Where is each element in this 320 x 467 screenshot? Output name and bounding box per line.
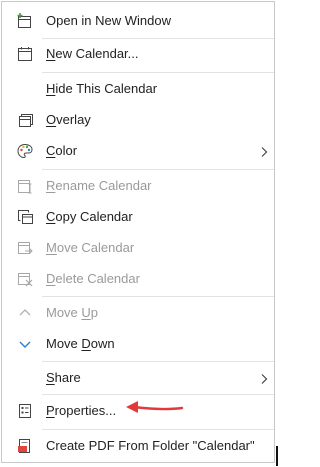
- pdf-icon: [16, 437, 34, 455]
- label-rest: hare: [54, 370, 81, 385]
- text-cursor: [276, 446, 278, 466]
- menu-item-label: Hide This Calendar: [46, 81, 158, 96]
- menu-item-move-calendar[interactable]: Move Calendar: [2, 235, 274, 261]
- overlay-icon: [16, 111, 34, 129]
- menu-separator: [42, 296, 274, 297]
- label-rest: ide This Calendar: [55, 81, 158, 96]
- label-rest: roperties...: [54, 403, 117, 418]
- calendar-context-menu: Open in New Window New Calendar... Hide …: [1, 1, 275, 463]
- menu-item-label: Create PDF From Folder "Calendar": [46, 438, 255, 453]
- chevron-down-icon: [16, 335, 34, 353]
- new-window-icon: [16, 12, 34, 30]
- menu-item-move-up[interactable]: Move Up: [2, 300, 274, 326]
- menu-item-label: Delete Calendar: [46, 271, 140, 286]
- copy-icon: [16, 208, 34, 226]
- label-rest: ew Calendar...: [55, 46, 139, 61]
- menu-separator: [42, 429, 274, 430]
- menu-item-label: Color: [46, 143, 78, 158]
- menu-item-rename-calendar[interactable]: Rename Calendar: [2, 173, 274, 199]
- menu-item-label: Overlay: [46, 112, 91, 127]
- move-icon: [16, 239, 34, 257]
- chevron-up-icon: [16, 304, 34, 322]
- label-rest: opy Calendar: [55, 209, 133, 224]
- label-rest: Move: [46, 336, 82, 351]
- menu-item-move-down[interactable]: Move Down: [2, 331, 274, 357]
- label-rest: own: [90, 336, 115, 351]
- properties-icon: [16, 402, 34, 420]
- calendar-icon: [16, 45, 34, 63]
- label-rest: ove Calendar: [56, 240, 135, 255]
- rename-icon: [16, 177, 34, 195]
- menu-separator: [42, 72, 274, 73]
- menu-item-open-in-new-window[interactable]: Open in New Window: [2, 8, 274, 34]
- menu-separator: [42, 169, 274, 170]
- label-rest: elete Calendar: [55, 271, 140, 286]
- label-rest: olor: [55, 143, 78, 158]
- label-rest: Move: [46, 305, 82, 320]
- menu-item-label: Rename Calendar: [46, 178, 152, 193]
- delete-icon: [16, 270, 34, 288]
- menu-item-label: Move Up: [46, 305, 99, 320]
- menu-item-label: Move Calendar: [46, 240, 135, 255]
- menu-item-create-pdf[interactable]: Create PDF From Folder "Calendar": [2, 433, 274, 459]
- chevron-right-icon: [258, 372, 270, 384]
- menu-item-label: Open in New Window: [46, 13, 171, 28]
- menu-item-label: Copy Calendar: [46, 209, 133, 224]
- menu-item-overlay[interactable]: Overlay: [2, 107, 274, 133]
- chevron-right-icon: [258, 145, 270, 157]
- annotation-arrow-icon: [126, 401, 184, 413]
- menu-item-label: Share: [46, 370, 81, 385]
- menu-item-color[interactable]: Color: [2, 138, 274, 164]
- menu-item-new-calendar[interactable]: New Calendar...: [2, 41, 274, 67]
- menu-item-label: New Calendar...: [46, 46, 139, 61]
- menu-separator: [42, 394, 274, 395]
- menu-item-label: Move Down: [46, 336, 115, 351]
- label-rest: ename Calendar: [55, 178, 152, 193]
- label-rest: p: [90, 305, 99, 320]
- palette-icon: [16, 142, 34, 160]
- menu-item-copy-calendar[interactable]: Copy Calendar: [2, 204, 274, 230]
- menu-separator: [42, 361, 274, 362]
- menu-item-label: Properties...: [46, 403, 117, 418]
- menu-item-share[interactable]: Share: [2, 365, 274, 391]
- label-rest: verlay: [56, 112, 91, 127]
- menu-item-delete-calendar[interactable]: Delete Calendar: [2, 266, 274, 292]
- menu-item-hide-this-calendar[interactable]: Hide This Calendar: [2, 76, 274, 102]
- menu-separator: [42, 38, 274, 39]
